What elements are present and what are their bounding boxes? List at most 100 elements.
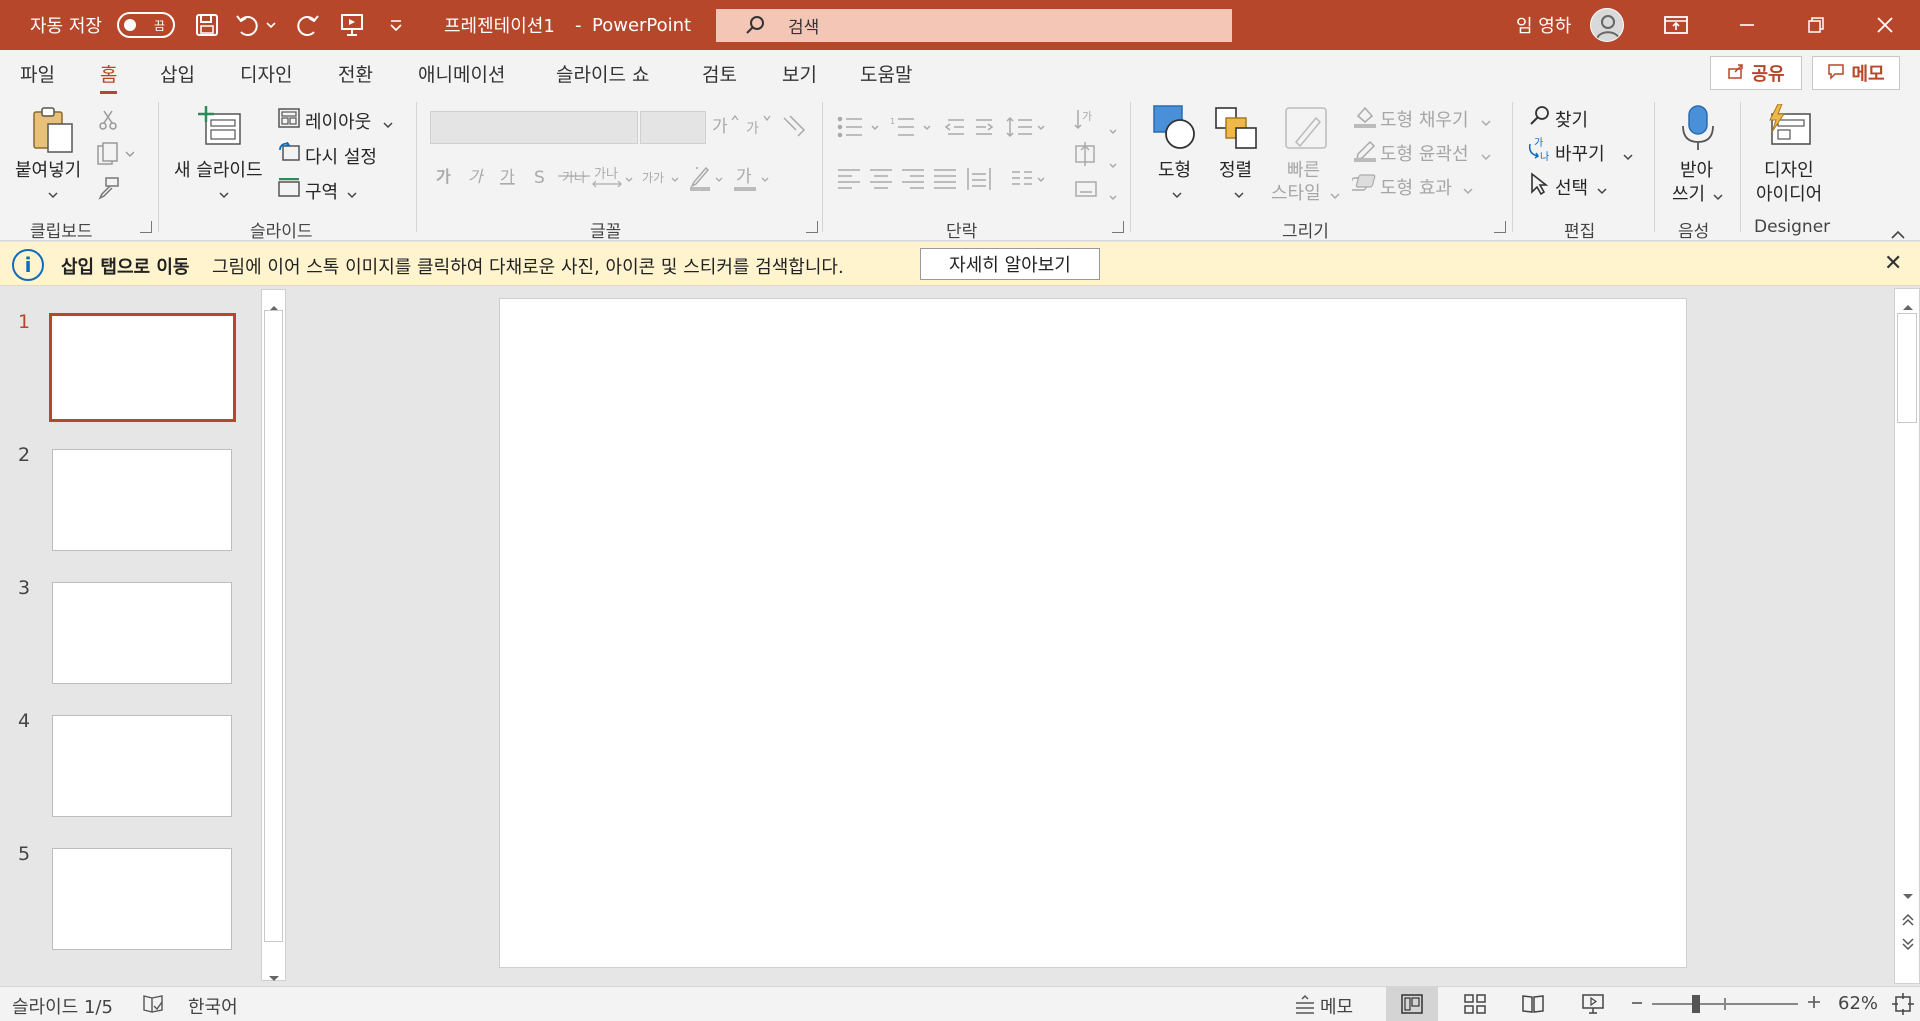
close-icon[interactable] xyxy=(1871,11,1899,39)
copy-icon[interactable] xyxy=(96,142,135,171)
customize-toolbar-icon[interactable] xyxy=(382,11,410,39)
paste-dropdown-icon[interactable] xyxy=(47,184,59,205)
thumbnails-scrollbar[interactable] xyxy=(261,289,286,981)
normal-view-button[interactable] xyxy=(1386,987,1438,1021)
new-slide-dropdown-icon[interactable] xyxy=(218,184,230,205)
layout-icon[interactable] xyxy=(278,108,300,133)
scrollbar-thumb[interactable] xyxy=(1897,313,1917,423)
slide-thumbnail-1[interactable] xyxy=(49,313,236,422)
design-ideas-icon[interactable] xyxy=(1764,103,1814,155)
tab-home[interactable]: 홈 xyxy=(100,60,118,94)
zoom-in-icon[interactable] xyxy=(1806,994,1822,1015)
slide-thumbnail-2[interactable] xyxy=(52,449,232,551)
user-name[interactable]: 임 영하 xyxy=(1516,0,1571,50)
learn-more-button[interactable]: 자세히 알아보기 xyxy=(920,248,1100,280)
find-label[interactable]: 찾기 xyxy=(1555,106,1588,132)
replace-label[interactable]: 바꾸기 xyxy=(1555,140,1605,166)
font-launcher-icon[interactable] xyxy=(806,221,818,233)
paragraph-align-icons[interactable] xyxy=(836,166,1066,199)
quick-styles-dropdown-icon[interactable] xyxy=(1329,185,1341,206)
section-label[interactable]: 구역 xyxy=(305,178,338,204)
previous-slide-icon[interactable] xyxy=(1901,911,1915,932)
slide-sorter-icon[interactable] xyxy=(1464,994,1486,1019)
shapes-icon[interactable] xyxy=(1152,104,1198,157)
tab-design[interactable]: 디자인 xyxy=(240,60,292,87)
scroll-down-icon[interactable] xyxy=(268,967,280,988)
shapes-label[interactable]: 도형 xyxy=(1158,156,1191,182)
scroll-down-icon[interactable] xyxy=(1902,885,1914,906)
slideshow-view-icon[interactable] xyxy=(1582,993,1604,1020)
comments-button[interactable]: 메모 xyxy=(1812,56,1900,90)
format-painter-icon[interactable] xyxy=(96,176,120,205)
design-ideas-label-2[interactable]: 아이디어 xyxy=(1756,180,1822,206)
dictate-dropdown-icon[interactable] xyxy=(1712,186,1724,207)
cut-icon[interactable] xyxy=(96,108,120,137)
shape-fill-dropdown-icon[interactable] xyxy=(1480,112,1492,133)
shape-outline-label[interactable]: 도형 윤곽선 xyxy=(1380,140,1469,166)
paragraph-list-icons[interactable]: 1 xyxy=(836,114,1076,147)
drawing-launcher-icon[interactable] xyxy=(1494,221,1506,233)
shapes-dropdown-icon[interactable] xyxy=(1171,184,1183,205)
search-box[interactable]: 검색 xyxy=(716,9,1232,42)
shape-effects-dropdown-icon[interactable] xyxy=(1462,180,1474,201)
replace-dropdown-icon[interactable] xyxy=(1622,146,1634,167)
shape-outline-dropdown-icon[interactable] xyxy=(1480,146,1492,167)
autosave-toggle[interactable]: 끔 xyxy=(117,12,175,38)
dictate-label-1[interactable]: 받아 xyxy=(1680,156,1713,182)
notes-label[interactable]: 메모 xyxy=(1320,993,1353,1019)
arrange-icon[interactable] xyxy=(1214,106,1260,157)
layout-label[interactable]: 레이아웃 xyxy=(305,108,371,134)
tab-animations[interactable]: 애니메이션 xyxy=(418,60,505,87)
dictate-icon[interactable] xyxy=(1680,104,1716,157)
tab-view[interactable]: 보기 xyxy=(782,60,817,87)
current-slide[interactable] xyxy=(499,298,1687,968)
slide-thumbnail-3[interactable] xyxy=(52,582,232,684)
quick-styles-icon[interactable] xyxy=(1284,106,1330,157)
arrange-label[interactable]: 정렬 xyxy=(1219,156,1252,182)
presentation-start-icon[interactable] xyxy=(338,11,366,39)
restore-icon[interactable] xyxy=(1802,11,1830,39)
design-ideas-label-1[interactable]: 디자인 xyxy=(1764,156,1814,182)
save-icon[interactable] xyxy=(193,11,221,39)
tab-file[interactable]: 파일 xyxy=(20,60,55,87)
fit-to-window-icon[interactable] xyxy=(1892,993,1914,1020)
dictate-label-2[interactable]: 쓰기 xyxy=(1672,180,1705,206)
section-dropdown-icon[interactable] xyxy=(346,184,358,205)
select-label[interactable]: 선택 xyxy=(1555,174,1588,200)
tab-transitions[interactable]: 전환 xyxy=(338,60,373,87)
scrollbar-thumb[interactable] xyxy=(264,310,283,942)
reset-label[interactable]: 다시 설정 xyxy=(305,143,377,169)
font-format-icons[interactable]: 가 가 가 S 가나 가나 가가 가 xyxy=(436,164,806,197)
reading-view-icon[interactable] xyxy=(1522,994,1544,1019)
shape-outline-icon[interactable] xyxy=(1352,138,1378,167)
redo-icon[interactable] xyxy=(293,11,321,39)
paragraph-launcher-icon[interactable] xyxy=(1112,221,1124,233)
layout-dropdown-icon[interactable] xyxy=(382,114,394,135)
font-size-combo[interactable] xyxy=(640,111,706,144)
text-direction-icon[interactable]: 가 xyxy=(1072,106,1118,211)
select-dropdown-icon[interactable] xyxy=(1596,180,1608,201)
quick-styles-label-2[interactable]: 스타일 xyxy=(1271,179,1321,205)
language-label[interactable]: 한국어 xyxy=(188,993,238,1019)
reset-icon[interactable] xyxy=(278,141,300,167)
user-avatar[interactable] xyxy=(1590,8,1624,42)
zoom-level[interactable]: 62% xyxy=(1838,993,1878,1014)
section-icon[interactable] xyxy=(278,177,300,203)
slide-thumbnail-5[interactable] xyxy=(52,848,232,950)
paste-label[interactable]: 붙여넣기 xyxy=(15,156,81,182)
slide-thumbnail-4[interactable] xyxy=(52,715,232,817)
spelling-check-icon[interactable] xyxy=(142,994,164,1019)
new-slide-icon[interactable] xyxy=(198,104,244,153)
undo-icon[interactable] xyxy=(234,11,262,39)
find-icon[interactable] xyxy=(1528,104,1552,133)
shape-effects-icon[interactable] xyxy=(1348,172,1378,199)
tab-review[interactable]: 검토 xyxy=(702,60,737,87)
zoom-out-icon[interactable] xyxy=(1630,995,1644,1016)
font-name-combo[interactable] xyxy=(430,111,638,144)
select-icon[interactable] xyxy=(1528,172,1550,201)
new-slide-label[interactable]: 새 슬라이드 xyxy=(174,156,263,182)
tab-help[interactable]: 도움말 xyxy=(860,60,912,87)
tab-insert[interactable]: 삽입 xyxy=(160,60,195,87)
shape-effects-label[interactable]: 도형 효과 xyxy=(1380,174,1452,200)
tab-slideshow[interactable]: 슬라이드 쇼 xyxy=(556,60,649,87)
